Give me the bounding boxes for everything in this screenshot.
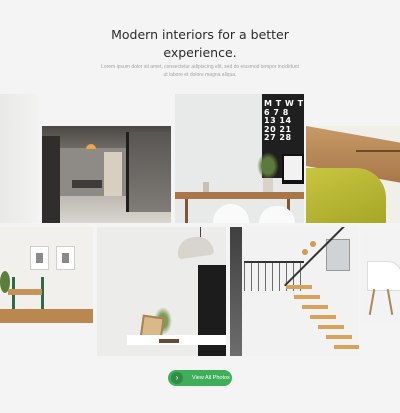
photo-glass-wall bbox=[42, 136, 60, 223]
photo-pendant-lamp bbox=[86, 144, 96, 149]
section-title-line-2: experience. bbox=[163, 45, 237, 60]
photo-dark-wall bbox=[230, 227, 242, 356]
photo-green-chair bbox=[12, 277, 44, 313]
photo-yellow-fabric bbox=[306, 168, 386, 223]
photo-table-leg bbox=[185, 199, 188, 223]
gallery-photo-white-chair[interactable] bbox=[361, 227, 400, 323]
photo-window bbox=[326, 239, 350, 271]
photo-stair-step bbox=[294, 295, 320, 299]
photo-book bbox=[159, 339, 179, 343]
photo-wooden-table bbox=[175, 192, 304, 199]
photo-stair-step bbox=[310, 315, 336, 319]
photo-wood-floor bbox=[0, 309, 93, 323]
photo-chair-seat bbox=[8, 289, 42, 295]
photo-lamp-shade bbox=[175, 234, 215, 260]
gallery-photo-office-corridor[interactable] bbox=[42, 126, 171, 223]
chevron-right-icon: › bbox=[171, 372, 183, 384]
photo-desk bbox=[72, 180, 102, 188]
photo-stair-step bbox=[334, 345, 359, 349]
photo-glass-partition bbox=[126, 132, 171, 212]
photo-balcony-rail bbox=[244, 261, 304, 263]
photo-wall-frame bbox=[30, 246, 49, 270]
photo-pendant-light bbox=[310, 241, 316, 247]
section-title-line-1: Modern interiors for a better bbox=[111, 27, 289, 42]
view-all-photos-label: View All Photos bbox=[192, 375, 230, 381]
photo-stair-step bbox=[326, 335, 352, 339]
gallery-photo-calendar-desk[interactable]: M T W T 6 7 8 13 14 20 21 27 28 bbox=[175, 94, 304, 223]
photo-white-chair-seat bbox=[367, 261, 400, 291]
photo-pendant-light bbox=[302, 249, 308, 255]
photo-stair-step bbox=[318, 325, 344, 329]
photo-table-edge bbox=[356, 150, 400, 152]
section-subtitle: Lorem ipsum dolor sit amet, consectetur … bbox=[101, 64, 299, 78]
photo-white-chair bbox=[213, 204, 249, 223]
gallery-photo-yellow-chair[interactable] bbox=[306, 126, 400, 223]
photo-plant-pot bbox=[263, 178, 273, 192]
gallery-photo-wall[interactable] bbox=[0, 94, 38, 223]
gallery-photo-lamp-shelf[interactable] bbox=[97, 227, 226, 356]
gallery-photo-dining-chairs[interactable] bbox=[0, 227, 93, 323]
section-title: Modern interiors for a better experience… bbox=[0, 26, 400, 62]
photo-stair-step bbox=[302, 305, 328, 309]
gallery-photo-staircase[interactable] bbox=[230, 227, 359, 356]
photo-plant bbox=[257, 152, 279, 180]
photo-doorway bbox=[104, 152, 122, 196]
photo-monitor bbox=[282, 154, 304, 184]
view-all-photos-button[interactable]: › View All Photos bbox=[168, 370, 232, 386]
photo-wall-frame bbox=[56, 246, 75, 270]
photo-chair-leg bbox=[386, 289, 394, 315]
photo-stair-step bbox=[286, 285, 312, 289]
photo-chair-leg bbox=[368, 289, 376, 315]
